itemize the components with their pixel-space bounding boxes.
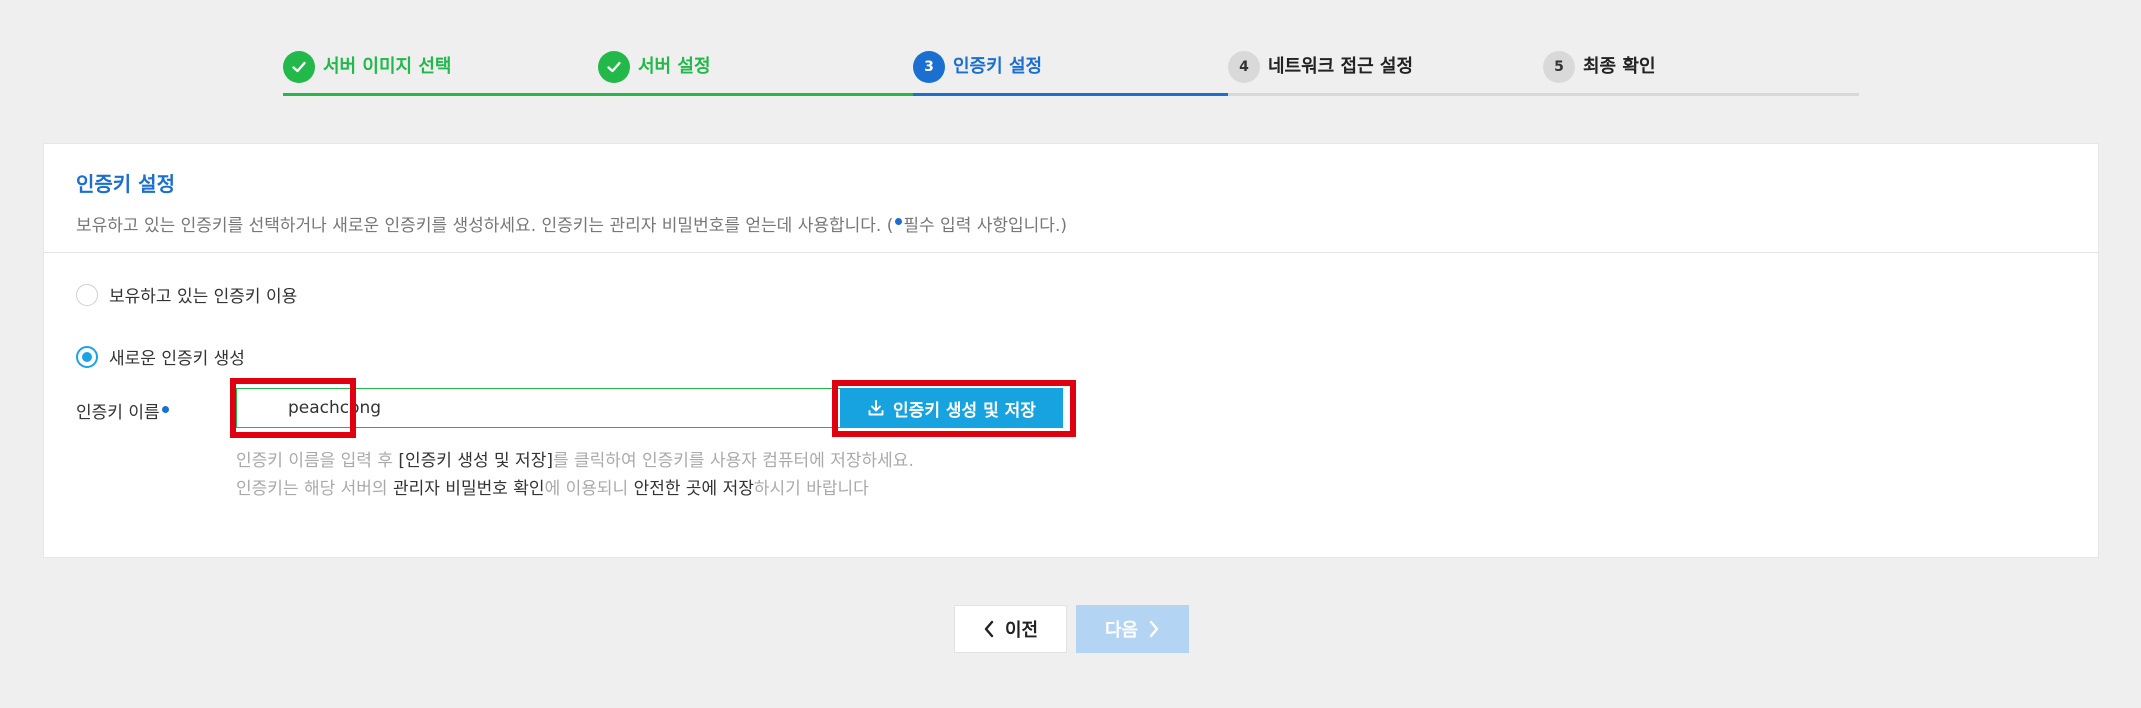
step-number: 4 <box>1228 51 1260 83</box>
check-icon <box>283 51 315 83</box>
prev-button-label: 이전 <box>1004 620 1039 641</box>
step-label: 네트워크 접근 설정 <box>1268 56 1414 77</box>
download-icon <box>867 399 885 417</box>
help-text: 하시기 바랍니다 <box>753 479 869 499</box>
step-label: 최종 확인 <box>1583 56 1656 77</box>
step-network-access: 4 네트워크 접근 설정 <box>1228 44 1543 96</box>
section-title: 인증키 설정 <box>76 172 175 196</box>
step-auth-key: 3 인증키 설정 <box>913 44 1228 96</box>
option-new-key[interactable]: 새로운 인증키 생성 <box>76 344 245 369</box>
next-button[interactable]: 다음 <box>1076 605 1189 653</box>
help-text: 를 클릭하여 인증키를 사용자 컴퓨터에 저장하세요. <box>552 451 914 471</box>
radio-existing-key[interactable] <box>76 283 98 306</box>
step-label: 인증키 설정 <box>953 56 1043 77</box>
help-text: 인증키는 해당 서버의 <box>236 479 393 499</box>
card-header: 인증키 설정 보유하고 있는 인증키를 선택하거나 새로운 인증키를 생성하세요… <box>44 144 2098 253</box>
help-line-1: 인증키 이름을 입력 후 [인증키 생성 및 저장]를 클릭하여 인증키를 사용… <box>236 446 914 471</box>
help-line-2: 인증키는 해당 서버의 관리자 비밀번호 확인에 이용되니 안전한 곳에 저장하… <box>236 474 869 499</box>
step-label: 서버 설정 <box>638 56 711 77</box>
required-dot-icon <box>161 406 169 413</box>
chevron-left-icon <box>983 620 995 638</box>
step-server-image: 서버 이미지 선택 <box>283 44 598 96</box>
generate-button-label: 인증키 생성 및 저장 <box>893 400 1036 421</box>
generate-save-key-button[interactable]: 인증키 생성 및 저장 <box>840 388 1063 428</box>
key-name-label: 인증키 이름 <box>76 398 170 423</box>
option-existing-key[interactable]: 보유하고 있는 인증키 이용 <box>76 282 297 307</box>
next-button-label: 다음 <box>1104 620 1139 641</box>
required-dot-icon <box>895 218 903 225</box>
help-emphasis: [인증키 생성 및 저장] <box>398 451 553 471</box>
chevron-right-icon <box>1148 620 1160 638</box>
step-server-settings: 서버 설정 <box>598 44 913 96</box>
description-text: 보유하고 있는 인증키를 선택하거나 새로운 인증키를 생성하세요. 인증키는 … <box>76 216 894 236</box>
help-text: 인증키 이름을 입력 후 <box>236 451 399 471</box>
prev-button[interactable]: 이전 <box>954 605 1067 653</box>
option-existing-label: 보유하고 있는 인증키 이용 <box>109 287 298 307</box>
auth-key-card: 인증키 설정 보유하고 있는 인증키를 선택하거나 새로운 인증키를 생성하세요… <box>43 143 2099 558</box>
progress-stepper: 서버 이미지 선택 서버 설정 3 인증키 설정 4 네트워크 접근 설정 5 … <box>283 44 1859 96</box>
key-name-label-text: 인증키 이름 <box>76 403 160 423</box>
radio-new-key[interactable] <box>76 345 98 368</box>
help-text: 에 이용되니 <box>544 479 634 499</box>
step-final-review: 5 최종 확인 <box>1543 44 1859 96</box>
step-number: 3 <box>913 51 945 83</box>
check-icon <box>598 51 630 83</box>
key-name-input[interactable] <box>236 388 856 428</box>
step-label: 서버 이미지 선택 <box>323 56 452 77</box>
option-new-label: 새로운 인증키 생성 <box>109 349 245 369</box>
help-emphasis: 안전한 곳에 저장 <box>633 479 754 499</box>
step-number: 5 <box>1543 51 1575 83</box>
help-emphasis: 관리자 비밀번호 확인 <box>392 479 545 499</box>
description-required-text: 필수 입력 사항입니다.) <box>903 216 1067 236</box>
section-description: 보유하고 있는 인증키를 선택하거나 새로운 인증키를 생성하세요. 인증키는 … <box>76 211 2098 236</box>
